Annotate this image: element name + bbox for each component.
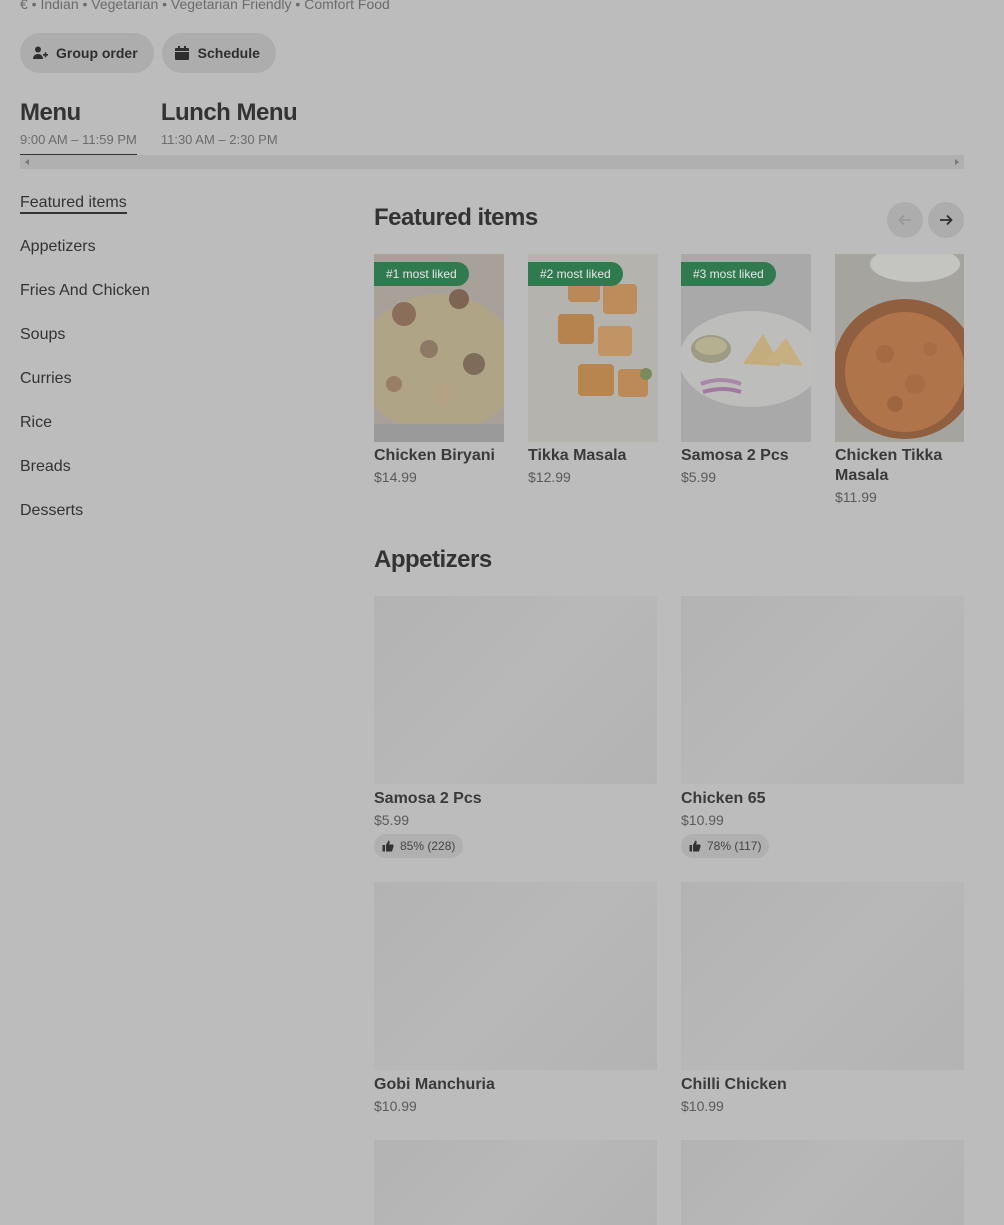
- schedule-button[interactable]: Schedule: [161, 33, 276, 73]
- item-image-placeholder: [374, 882, 657, 1070]
- menu-tabs: Menu 9:00 AM – 11:59 PM Lunch Menu 11:30…: [20, 98, 298, 158]
- sidebar-item-label: Rice: [20, 414, 53, 431]
- sidebar-item-label: Curries: [20, 370, 72, 387]
- sidebar-item-label: Fries And Chicken: [20, 282, 150, 299]
- chicken-tikka-masala-photo: [835, 254, 964, 442]
- rating-text: 78% (117): [707, 839, 762, 853]
- sidebar-item-appetizers[interactable]: Appetizers: [20, 236, 320, 280]
- group-order-label: Group order: [56, 45, 138, 61]
- item-image-placeholder: [681, 882, 964, 1070]
- horizontal-scrollbar[interactable]: [20, 155, 964, 169]
- thumbs-up-icon: [689, 840, 701, 852]
- featured-item-card[interactable]: #1 most liked Chicken Biryani $14.99: [374, 254, 504, 485]
- sidebar-item-rice[interactable]: Rice: [20, 412, 320, 456]
- most-liked-badge: #2 most liked: [528, 262, 623, 286]
- rating-badge: 78% (117): [681, 834, 770, 858]
- group-order-button[interactable]: Group order: [20, 33, 154, 73]
- sidebar-item-curries[interactable]: Curries: [20, 368, 320, 412]
- item-image-placeholder: [681, 1140, 964, 1225]
- featured-item-card[interactable]: #2 most liked Tikka Masala $12.99: [528, 254, 658, 485]
- restaurant-tags: € • Indian • Vegetarian • Vegetarian Fri…: [20, 0, 390, 12]
- menu-item-card[interactable]: [374, 1140, 657, 1225]
- item-name: Chilli Chicken: [681, 1076, 787, 1093]
- featured-item-price: $14.99: [374, 469, 417, 485]
- menu-item-card[interactable]: Samosa 2 Pcs $5.99 85% (228): [374, 596, 657, 858]
- tikka-masala-photo: #2 most liked: [528, 254, 658, 442]
- sidebar-item-soups[interactable]: Soups: [20, 324, 320, 368]
- menu-tab-title: Lunch Menu: [160, 99, 298, 126]
- sidebar-item-fries-chicken[interactable]: Fries And Chicken: [20, 280, 320, 324]
- most-liked-badge: #3 most liked: [681, 262, 776, 286]
- arrow-right-icon: [940, 214, 953, 226]
- item-price: $10.99: [374, 1098, 417, 1114]
- sidebar-item-desserts[interactable]: Desserts: [20, 500, 320, 544]
- action-buttons: Group order Schedule: [20, 33, 276, 73]
- item-price: $10.99: [681, 1098, 724, 1114]
- scroll-left-icon[interactable]: [25, 159, 29, 165]
- featured-item-card[interactable]: Chicken Tikka Masala $11.99: [835, 254, 964, 505]
- menu-item-card[interactable]: Chicken 65 $10.99 78% (117): [681, 596, 964, 858]
- most-liked-badge: #1 most liked: [374, 262, 469, 286]
- menu-tab-title: Menu: [20, 99, 81, 126]
- tab-menu[interactable]: Menu 9:00 AM – 11:59 PM: [20, 98, 137, 158]
- featured-item-card[interactable]: #3 most liked Samosa 2 Pcs $5.99: [681, 254, 811, 485]
- featured-section-title: Featured items: [374, 204, 538, 231]
- item-name: Chicken 65: [681, 790, 766, 807]
- featured-item-name: Tikka Masala: [528, 447, 627, 464]
- arrow-left-icon: [898, 214, 911, 226]
- item-name: Samosa 2 Pcs: [374, 790, 482, 807]
- scroll-right-icon[interactable]: [955, 159, 959, 165]
- featured-item-name: Samosa 2 Pcs: [681, 447, 789, 464]
- chicken-biryani-photo: #1 most liked: [374, 254, 504, 442]
- appetizers-section-title: Appetizers: [374, 546, 492, 573]
- calendar-icon: [174, 46, 189, 60]
- featured-item-price: $11.99: [835, 489, 877, 505]
- featured-item-price: $12.99: [528, 469, 571, 485]
- sidebar-item-label: Appetizers: [20, 238, 96, 255]
- sidebar-item-label: Breads: [20, 458, 71, 475]
- samosa-photo: #3 most liked: [681, 254, 811, 442]
- carousel-next-button[interactable]: [928, 202, 964, 238]
- item-image-placeholder: [681, 596, 964, 784]
- rating-text: 85% (228): [400, 839, 456, 853]
- carousel-prev-button[interactable]: [887, 202, 923, 238]
- menu-tab-hours: 11:30 AM – 2:30 PM: [160, 132, 278, 147]
- schedule-label: Schedule: [197, 45, 260, 61]
- person-add-icon: [33, 46, 48, 59]
- featured-item-name: Chicken Tikka Masala: [835, 447, 943, 484]
- item-price: $5.99: [374, 812, 410, 828]
- item-image-placeholder: [374, 596, 657, 784]
- featured-item-price: $5.99: [681, 469, 717, 485]
- featured-item-name: Chicken Biryani: [374, 447, 495, 464]
- menu-tab-hours: 9:00 AM – 11:59 PM: [20, 132, 137, 147]
- sidebar-item-label: Featured items: [20, 194, 127, 214]
- tab-lunch-menu[interactable]: Lunch Menu 11:30 AM – 2:30 PM: [160, 98, 298, 158]
- category-sidebar: Featured items Appetizers Fries And Chic…: [20, 192, 320, 544]
- menu-item-card[interactable]: [681, 1140, 964, 1225]
- rating-badge: 85% (228): [374, 834, 464, 858]
- item-image-placeholder: [374, 1140, 657, 1225]
- thumbs-up-icon: [382, 840, 394, 852]
- menu-item-card[interactable]: Gobi Manchuria $10.99: [374, 882, 657, 1114]
- sidebar-item-featured[interactable]: Featured items: [20, 192, 320, 236]
- sidebar-item-label: Desserts: [20, 502, 84, 519]
- featured-carousel: #1 most liked Chicken Biryani $14.99 #2 …: [374, 254, 964, 514]
- sidebar-item-breads[interactable]: Breads: [20, 456, 320, 500]
- sidebar-item-label: Soups: [20, 326, 66, 343]
- item-price: $10.99: [681, 812, 724, 828]
- carousel-nav: [887, 202, 964, 238]
- menu-item-card[interactable]: Chilli Chicken $10.99: [681, 882, 964, 1114]
- item-name: Gobi Manchuria: [374, 1076, 495, 1093]
